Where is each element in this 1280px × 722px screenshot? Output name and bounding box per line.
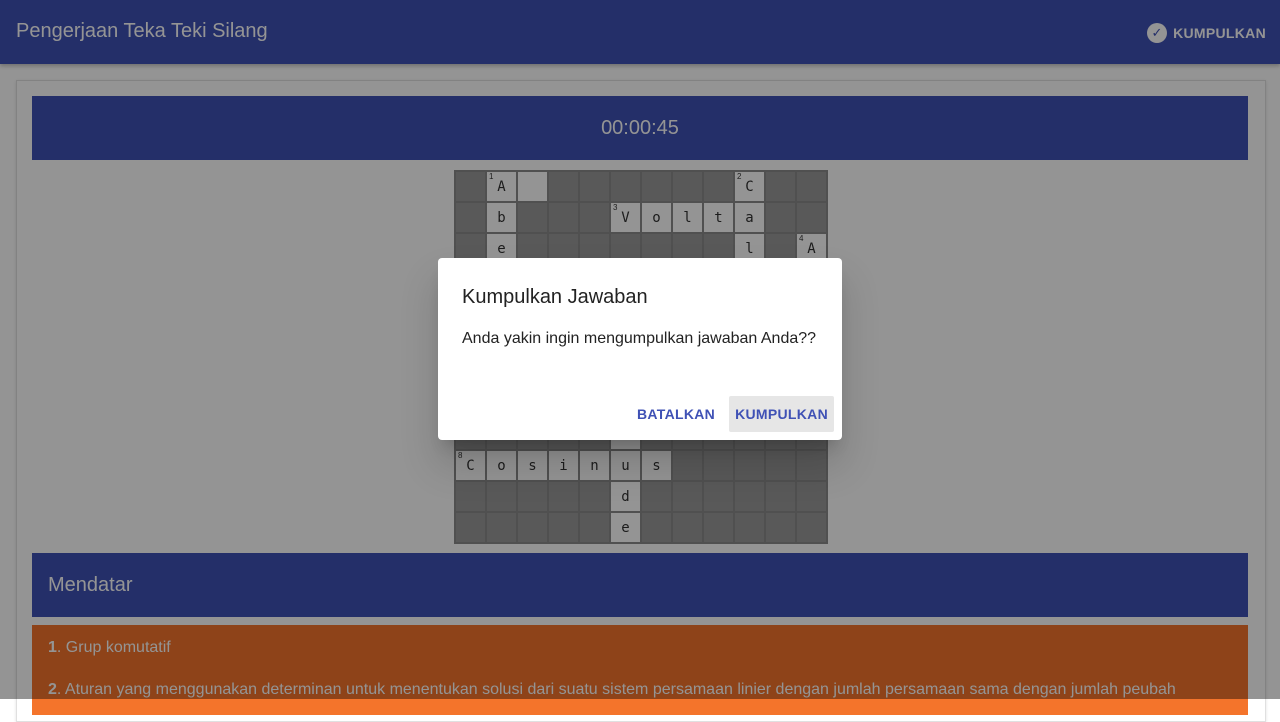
dialog-message: Anda yakin ingin mengumpulkan jawaban An… xyxy=(462,330,817,347)
cancel-button[interactable]: BATALKAN xyxy=(631,396,721,432)
dialog-actions: BATALKAN KUMPULKAN xyxy=(631,396,834,432)
dialog-title: Kumpulkan Jawaban xyxy=(462,286,648,308)
submit-confirm-dialog: Kumpulkan Jawaban Anda yakin ingin mengu… xyxy=(438,258,842,440)
confirm-submit-button[interactable]: KUMPULKAN xyxy=(729,396,834,432)
